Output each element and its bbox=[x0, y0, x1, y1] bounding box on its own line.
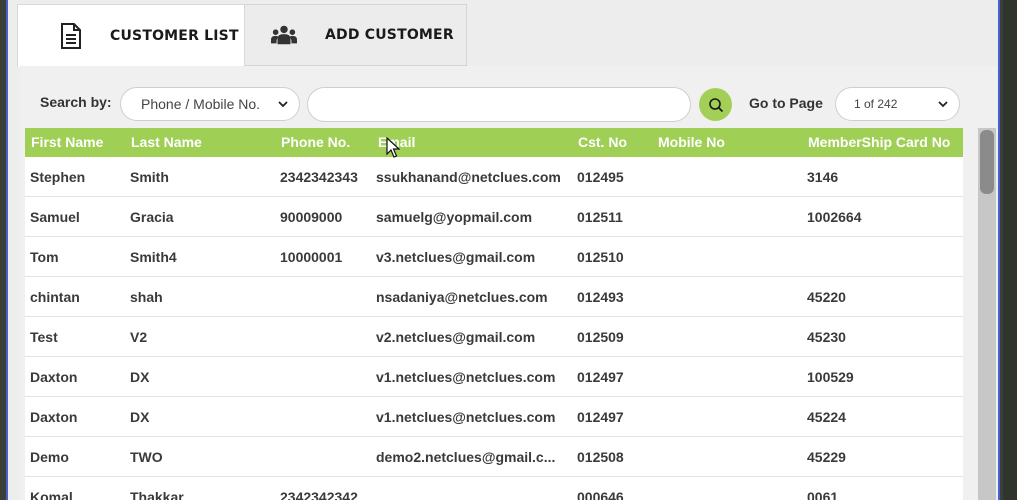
cell-membership-card: 3146 bbox=[807, 169, 839, 185]
table-scrollbar[interactable] bbox=[978, 128, 996, 500]
cell-first-name: Demo bbox=[30, 449, 69, 465]
cell-email: samuelg@yopmail.com bbox=[376, 209, 533, 225]
chevron-down-icon bbox=[278, 101, 288, 108]
cell-email: v1.netclues@netclues.com bbox=[376, 409, 556, 425]
search-field-select[interactable]: Phone / Mobile No. bbox=[120, 87, 300, 121]
cell-last-name: DX bbox=[130, 369, 150, 385]
cell-last-name: DX bbox=[130, 409, 150, 425]
cell-email: v3.netclues@gmail.com bbox=[376, 249, 536, 265]
cell-email: nsadaniya@netclues.com bbox=[376, 289, 548, 305]
search-bar: Search by: Phone / Mobile No. Go to Page… bbox=[20, 66, 997, 128]
cell-cst-no: 012495 bbox=[577, 169, 624, 185]
cell-email: demo2.netclues@gmail.c... bbox=[376, 449, 556, 465]
scrollbar-thumb[interactable] bbox=[980, 130, 994, 194]
go-to-page-label: Go to Page bbox=[749, 95, 823, 111]
column-header-cst-no[interactable]: Cst. No bbox=[578, 128, 627, 157]
tab-add-customer-label: ADD CUSTOMER bbox=[325, 27, 454, 43]
table-row[interactable]: Stephen Smith 2342342343 ssukhanand@netc… bbox=[25, 157, 963, 197]
cell-cst-no: 012493 bbox=[577, 289, 624, 305]
cell-cst-no: 012497 bbox=[577, 409, 624, 425]
search-field-value: Phone / Mobile No. bbox=[141, 96, 261, 112]
cell-first-name: Test bbox=[30, 329, 58, 345]
cell-last-name: V2 bbox=[130, 329, 148, 345]
table-row[interactable]: chintan shah nsadaniya@netclues.com 0124… bbox=[25, 277, 963, 317]
cell-membership-card: 45229 bbox=[807, 449, 846, 465]
cell-last-name: Smith bbox=[130, 169, 169, 185]
users-icon bbox=[271, 22, 297, 48]
cell-first-name: Komal bbox=[30, 489, 73, 500]
customer-table: First Name Last Name Phone No. Email Cst… bbox=[25, 128, 963, 500]
column-header-membership-card[interactable]: MemberShip Card No bbox=[808, 128, 950, 157]
cell-cst-no: 012497 bbox=[577, 369, 624, 385]
cell-first-name: Tom bbox=[30, 249, 59, 265]
table-row[interactable]: Demo TWO demo2.netclues@gmail.c... 01250… bbox=[25, 437, 963, 477]
table-row[interactable]: Tom Smith4 10000001 v3.netclues@gmail.co… bbox=[25, 237, 963, 277]
column-header-last-name[interactable]: Last Name bbox=[131, 128, 202, 157]
customer-list-content: Search by: Phone / Mobile No. Go to Page… bbox=[20, 66, 997, 500]
cell-cst-no: 012508 bbox=[577, 449, 624, 465]
table-header: First Name Last Name Phone No. Email Cst… bbox=[25, 128, 963, 157]
table-row[interactable]: Daxton DX v1.netclues@netclues.com 01249… bbox=[25, 357, 963, 397]
cell-email: ssukhanand@netclues.com bbox=[376, 169, 561, 185]
cell-email: v2.netclues@gmail.com bbox=[376, 329, 536, 345]
page-select-value: 1 of 242 bbox=[854, 97, 898, 111]
cell-last-name: TWO bbox=[130, 449, 163, 465]
table-row[interactable]: Samuel Gracia 90009000 samuelg@yopmail.c… bbox=[25, 197, 963, 237]
cell-last-name: Gracia bbox=[130, 209, 174, 225]
cell-cst-no: 012509 bbox=[577, 329, 624, 345]
search-icon bbox=[708, 97, 723, 112]
cell-first-name: Samuel bbox=[30, 209, 80, 225]
mouse-cursor-icon bbox=[386, 137, 400, 158]
table-row[interactable]: Komal Thakkar 2342342342 000646 0061 bbox=[25, 477, 963, 500]
cell-membership-card: 45224 bbox=[807, 409, 846, 425]
cell-membership-card: 45230 bbox=[807, 329, 846, 345]
cell-last-name: shah bbox=[130, 289, 163, 305]
tab-customer-list-label: CUSTOMER LIST bbox=[110, 28, 239, 44]
cell-membership-card: 0061 bbox=[807, 489, 839, 500]
table-row[interactable]: Test V2 v2.netclues@gmail.com 012509 452… bbox=[25, 317, 963, 357]
chevron-down-icon bbox=[938, 101, 948, 108]
table-body: Stephen Smith 2342342343 ssukhanand@netc… bbox=[25, 157, 963, 500]
cell-membership-card: 1002664 bbox=[807, 209, 862, 225]
cell-email: v1.netclues@netclues.com bbox=[376, 369, 556, 385]
cell-last-name: Thakkar bbox=[130, 489, 184, 500]
column-header-phone[interactable]: Phone No. bbox=[281, 128, 350, 157]
cell-last-name: Smith4 bbox=[130, 249, 177, 265]
cell-phone: 2342342342 bbox=[280, 489, 358, 500]
search-by-label: Search by: bbox=[40, 94, 112, 110]
customer-panel: CUSTOMER LIST ADD CUSTOMER Search by: Ph… bbox=[8, 0, 998, 500]
cell-first-name: chintan bbox=[30, 289, 80, 305]
cell-cst-no: 000646 bbox=[577, 489, 624, 500]
cell-phone: 90009000 bbox=[280, 209, 343, 225]
cell-first-name: Daxton bbox=[30, 409, 78, 425]
search-input[interactable] bbox=[307, 87, 691, 122]
background-strip bbox=[1003, 0, 1017, 500]
column-header-mobile-no[interactable]: Mobile No bbox=[658, 128, 725, 157]
column-header-first-name[interactable]: First Name bbox=[31, 128, 103, 157]
cell-membership-card: 100529 bbox=[807, 369, 854, 385]
document-icon bbox=[58, 23, 84, 49]
table-row[interactable]: Daxton DX v1.netclues@netclues.com 01249… bbox=[25, 397, 963, 437]
cell-cst-no: 012510 bbox=[577, 249, 624, 265]
tab-customer-list[interactable]: CUSTOMER LIST bbox=[17, 4, 245, 67]
tab-add-customer[interactable]: ADD CUSTOMER bbox=[245, 4, 467, 66]
cell-first-name: Stephen bbox=[30, 169, 86, 185]
page-select[interactable]: 1 of 242 bbox=[835, 87, 960, 121]
cell-phone: 10000001 bbox=[280, 249, 343, 265]
cell-first-name: Daxton bbox=[30, 369, 78, 385]
cell-membership-card: 45220 bbox=[807, 289, 846, 305]
search-button[interactable] bbox=[699, 88, 732, 121]
cell-cst-no: 012511 bbox=[577, 209, 623, 225]
cell-phone: 2342342343 bbox=[280, 169, 358, 185]
